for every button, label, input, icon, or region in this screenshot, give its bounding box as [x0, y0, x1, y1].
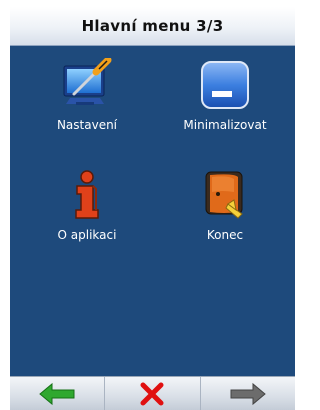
menu-item-label: Minimalizovat [183, 118, 267, 132]
menu-item-label: O aplikaci [57, 228, 117, 242]
close-icon [140, 382, 164, 405]
menu-item-label: Nastavení [56, 118, 118, 132]
app-screen: Hlavní menu 3/3 Nastavení Minimalizovat … [0, 0, 303, 410]
bottom-navigation-bar [10, 376, 295, 410]
arrow-right-icon [230, 382, 266, 405]
menu-item-settings[interactable]: Nastavení [22, 58, 152, 168]
cancel-button[interactable] [105, 377, 201, 410]
arrow-left-icon [39, 382, 75, 405]
back-button[interactable] [10, 377, 106, 410]
menu-item-about[interactable]: O aplikaci [22, 168, 152, 278]
settings-screwdriver-icon [63, 58, 112, 105]
menu-item-exit[interactable]: Konec [160, 168, 290, 278]
page-title: Hlavní menu 3/3 [81, 17, 224, 35]
menu-item-label: Konec [206, 228, 244, 242]
menu-panel: Nastavení Minimalizovat O aplikaci Konec [10, 46, 295, 376]
menu-item-minimize[interactable]: Minimalizovat [160, 58, 290, 168]
minimize-window-icon [201, 61, 249, 109]
forward-button[interactable] [200, 377, 295, 410]
info-icon [75, 170, 99, 219]
exit-door-icon [205, 171, 243, 219]
title-bar: Hlavní menu 3/3 [10, 7, 295, 46]
